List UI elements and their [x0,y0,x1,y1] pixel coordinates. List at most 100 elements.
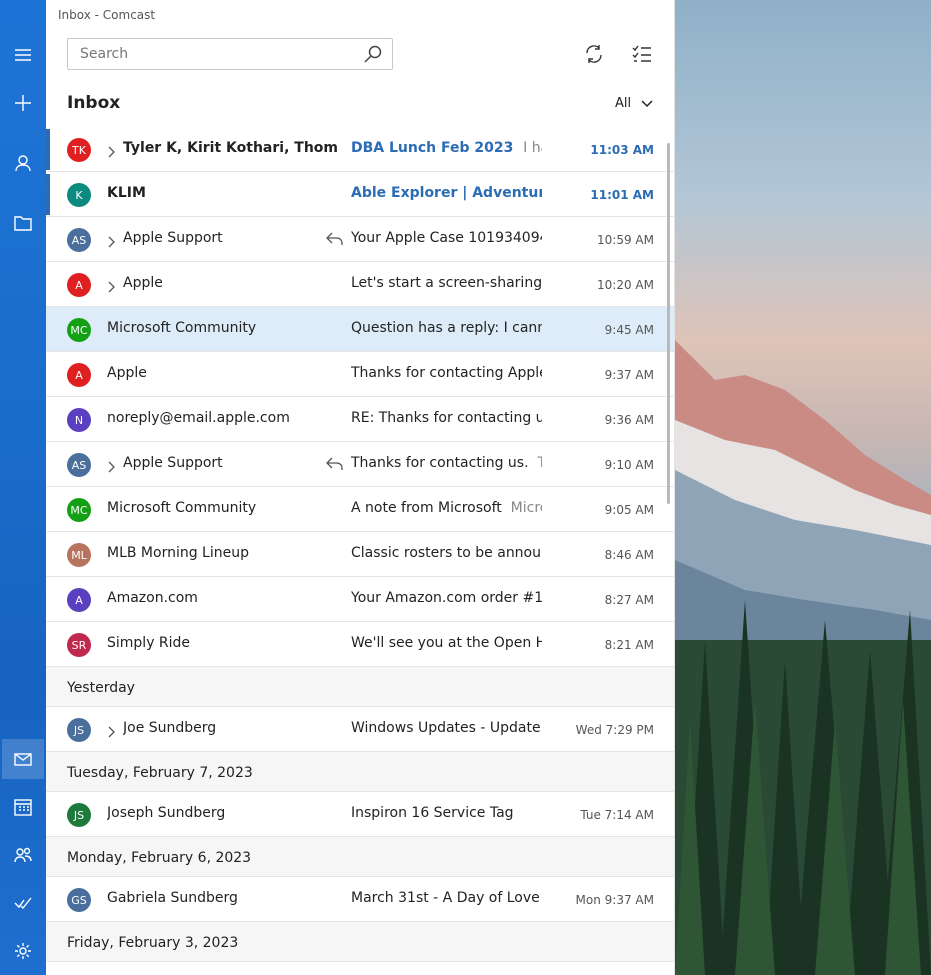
received-time: 9:37 AM [604,368,654,382]
message-row[interactable]: GS Gabriela Sundberg March 31st - A Day of… [46,877,674,922]
search-input[interactable] [78,45,352,63]
sender-name: Tyler K, Kirit Kothari, Thom [123,140,338,156]
preview-text: Micro [510,500,542,516]
subject-line: March 31st - A Day of Love !! [351,890,542,906]
date-group-header: Friday, February 3, 2023 [46,922,674,962]
avatar: A [67,363,91,387]
window-title: Inbox - Comcast [58,8,156,22]
subject-line: A note from Microsoft Micro [351,500,542,516]
sender-name: noreply@email.apple.com [107,410,290,426]
received-time: 8:27 AM [604,593,654,607]
message-list-pane: Inbox - Comcast Inbox All TK Tyler K, Kir… [46,0,675,975]
subject-line: Question has a reply: I canno [351,320,542,336]
search-box[interactable] [67,38,393,70]
expand-thread-button[interactable] [106,143,116,158]
message-row[interactable]: K KLIM Able Explorer | Adventure GT 11:01 A… [46,172,674,217]
avatar: TK [67,138,91,162]
avatar-initials: K [75,188,83,202]
message-row[interactable]: Nnoreply@email.apple.com RE: Thanks for c… [46,397,674,442]
avatar: AS [67,453,91,477]
subject-line: Windows Updates - Update [351,720,542,736]
subject-text: March 31st - A Day of Love !! [351,890,542,906]
mail-button[interactable] [2,739,44,779]
menu-button[interactable] [2,35,44,75]
avatar-initials: JS [73,808,85,822]
search-button[interactable] [364,45,382,67]
avatar-initials: ML [71,548,87,562]
received-time: Wed 7:29 PM [575,723,654,737]
new-mail-button[interactable] [2,83,44,123]
people-button[interactable] [2,835,44,875]
folder-heading: Inbox [67,93,121,113]
calendar-button[interactable] [2,787,44,827]
folders-button[interactable] [2,203,44,243]
subject-line: Let's start a screen-sharing se [351,275,542,291]
menu-icon [15,49,31,61]
message-row[interactable]: A Amazon.com Your Amazon.com order #112 8:2… [46,577,674,622]
message-row[interactable]: AS Apple Support Thanks for contacting us.… [46,442,674,487]
folder-icon [14,216,32,231]
todo-button[interactable] [2,883,44,923]
subject-line: We'll see you at the Open Hc [351,635,542,651]
filter-dropdown[interactable]: All [615,96,653,111]
avatar-initials: TK [72,143,86,157]
chevron-right-icon [108,236,115,248]
message-row[interactable]: TK Tyler K, Kirit Kothari, Thom DBA Lunch … [46,127,674,172]
subject-line: Thanks for contacting us. Th [351,455,542,471]
message-row[interactable]: MC Microsoft Community Question has a repl… [46,307,674,352]
message-row[interactable]: JS Joe Sundberg Windows Updates - Update We… [46,707,674,752]
expand-thread-button[interactable] [106,723,116,738]
received-time: 9:05 AM [604,503,654,517]
chevron-right-icon [108,146,115,158]
sender-name: Microsoft Community [107,320,257,336]
message-row[interactable]: SR Simply Ride We'll see you at the Open H… [46,622,674,667]
expand-thread-button[interactable] [106,233,116,248]
message-row[interactable]: ML MLB Morning Lineup Classic rosters to b… [46,532,674,577]
sender-name: KLIM [107,185,146,201]
avatar: K [67,183,91,207]
unread-indicator [46,129,50,170]
avatar: MC [67,318,91,342]
message-row[interactable]: JS Joseph Sundberg Inspiron 16 Service Tag… [46,792,674,837]
subject-text: DBA Lunch Feb 2023 [351,140,514,156]
subject-text: Let's start a screen-sharing se [351,275,542,291]
avatar-initials: A [75,278,83,292]
message-row[interactable]: A Apple Thanks for contacting Apple 9:37 AM [46,352,674,397]
selection-mode-button[interactable] [630,42,654,66]
chevron-right-icon [108,281,115,293]
subject-line: Inspiron 16 Service Tag [351,805,542,821]
sender-name: MLB Morning Lineup [107,545,249,561]
message-row[interactable]: A Apple Let's start a screen-sharing se 10:… [46,262,674,307]
checklist-icon [632,45,651,62]
sync-button[interactable] [582,42,606,66]
sender-name: Joe Sundberg [123,720,217,736]
reply-icon [326,232,343,245]
new-mail-icon [15,95,31,111]
subject-line: DBA Lunch Feb 2023 I have [351,140,542,156]
subject-line: Classic rosters to be announc [351,545,542,561]
message-row[interactable]: MC Microsoft Community A note from Microso… [46,487,674,532]
subject-text: Your Amazon.com order #112 [351,590,542,606]
received-time: 11:03 AM [590,143,654,157]
chevron-right-icon [108,726,115,738]
subject-line: Able Explorer | Adventure GT [351,185,542,201]
account-icon [15,155,31,172]
avatar: A [67,588,91,612]
expand-thread-button[interactable] [106,458,116,473]
expand-thread-button[interactable] [106,278,116,293]
reply-icon [326,457,343,470]
accounts-button[interactable] [2,143,44,183]
sender-name: Apple Support [123,230,223,246]
avatar: GS [67,888,91,912]
preview-text: Th [537,455,542,471]
mail-icon [14,753,32,766]
settings-button[interactable] [2,931,44,971]
scrollbar[interactable] [667,143,670,504]
received-time: 10:20 AM [597,278,654,292]
message-row[interactable]: AS Apple Support Your Apple Case 101934094… [46,217,674,262]
date-group-header: Monday, February 6, 2023 [46,837,674,877]
sync-icon [586,45,602,63]
avatar: A [67,273,91,297]
date-group-header: Yesterday [46,667,674,707]
received-time: 9:45 AM [604,323,654,337]
